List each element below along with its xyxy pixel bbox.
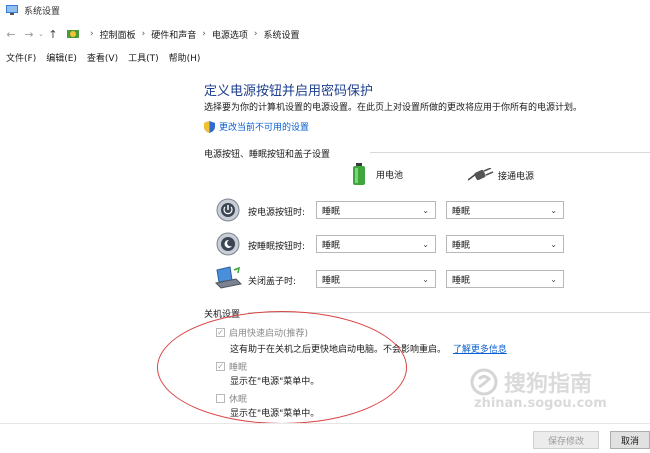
change-settings-link[interactable]: 更改当前不可用的设置 bbox=[219, 120, 309, 133]
sleep-button-battery-select[interactable]: 睡眠 ⌄ bbox=[316, 235, 436, 253]
watermark-url: zhinan.sogou.com bbox=[474, 396, 607, 411]
chevron-down-icon: ⌄ bbox=[422, 206, 429, 215]
control-panel-location-icon bbox=[67, 30, 79, 38]
uac-shield-icon bbox=[204, 120, 215, 133]
power-plug-icon bbox=[468, 168, 494, 181]
watermark: 搜狗指南 bbox=[470, 366, 592, 398]
menu-view[interactable]: 查看(V) bbox=[87, 51, 118, 64]
menu-tools[interactable]: 工具(T) bbox=[128, 51, 159, 64]
power-button-label: 按电源按钮时: bbox=[248, 208, 306, 218]
lid-label: 关闭盖子时: bbox=[248, 277, 297, 287]
plugged-column-header: 接通电源 bbox=[468, 168, 534, 182]
chevron-down-icon: ⌄ bbox=[422, 275, 429, 284]
annotation-ellipse bbox=[157, 311, 407, 424]
chevron-down-icon: ⌄ bbox=[550, 240, 557, 249]
power-section-title: 电源按钮、睡眠按钮和盖子设置 bbox=[204, 150, 331, 160]
lid-plugged-select[interactable]: 睡眠 ⌄ bbox=[446, 270, 564, 288]
select-value: 睡眠 bbox=[452, 240, 471, 251]
up-arrow-icon[interactable]: ↑ bbox=[46, 27, 60, 41]
back-arrow-icon[interactable]: ← bbox=[4, 27, 18, 41]
lid-battery-select[interactable]: 睡眠 ⌄ bbox=[316, 270, 436, 288]
learn-more-link[interactable]: 了解更多信息 bbox=[453, 345, 507, 355]
control-panel-icon bbox=[6, 5, 18, 15]
forward-arrow-icon[interactable]: → bbox=[22, 27, 36, 41]
menu-help[interactable]: 帮助(H) bbox=[169, 51, 201, 64]
cancel-button[interactable]: 取消 bbox=[610, 431, 650, 449]
sleep-button-label: 按睡眠按钮时: bbox=[248, 242, 306, 252]
chevron-down-icon: ⌄ bbox=[550, 206, 557, 215]
menu-edit[interactable]: 编辑(E) bbox=[46, 51, 77, 64]
select-value: 睡眠 bbox=[322, 240, 341, 251]
plugged-column-label: 接通电源 bbox=[498, 171, 535, 182]
select-value: 睡眠 bbox=[452, 275, 471, 286]
power-button-plugged-select[interactable]: 睡眠 ⌄ bbox=[446, 201, 564, 219]
battery-column-header: 用电池 bbox=[352, 163, 403, 185]
change-settings-link-row[interactable]: 更改当前不可用的设置 bbox=[204, 120, 309, 133]
power-button-icon bbox=[216, 198, 240, 222]
power-button-battery-select[interactable]: 睡眠 ⌄ bbox=[316, 201, 436, 219]
breadcrumb-separator: › bbox=[141, 29, 146, 39]
save-changes-button[interactable]: 保存修改 bbox=[533, 431, 599, 449]
sleep-button-icon bbox=[216, 232, 240, 256]
breadcrumb-power-options[interactable]: 电源选项 bbox=[212, 28, 248, 41]
window-title: 系统设置 bbox=[24, 6, 61, 17]
breadcrumb-separator: › bbox=[202, 29, 206, 39]
section-divider bbox=[370, 152, 650, 153]
watermark-brand: 搜狗指南 bbox=[504, 372, 593, 397]
page-description: 选择要为你的计算机设置的电源设置。在此页上对设置所做的更改将应用于你所有的电源计… bbox=[204, 103, 583, 113]
breadcrumb: › 控制面板 › 硬件和声音 › 电源选项 › 系统设置 bbox=[84, 28, 300, 41]
sleep-button-plugged-select[interactable]: 睡眠 ⌄ bbox=[446, 235, 564, 253]
breadcrumb-separator: › bbox=[90, 29, 94, 39]
title-bar: 系统设置 bbox=[0, 0, 650, 20]
laptop-lid-icon bbox=[214, 266, 242, 289]
select-value: 睡眠 bbox=[322, 206, 341, 217]
breadcrumb-hardware-sound[interactable]: 硬件和声音 bbox=[151, 28, 196, 41]
breadcrumb-control-panel[interactable]: 控制面板 bbox=[100, 28, 136, 41]
page-title: 定义电源按钮并启用密码保护 bbox=[204, 84, 374, 99]
select-value: 睡眠 bbox=[322, 275, 341, 286]
battery-icon bbox=[353, 163, 365, 185]
breadcrumb-separator: › bbox=[253, 29, 258, 39]
footer-divider bbox=[0, 423, 650, 424]
chevron-down-icon: ⌄ bbox=[550, 275, 557, 284]
chevron-down-icon[interactable]: ⌄ bbox=[36, 27, 46, 41]
chevron-down-icon: ⌄ bbox=[422, 240, 429, 249]
menu-file[interactable]: 文件(F) bbox=[6, 51, 36, 64]
battery-column-label: 用电池 bbox=[376, 170, 404, 181]
select-value: 睡眠 bbox=[452, 206, 471, 217]
breadcrumb-system-settings[interactable]: 系统设置 bbox=[263, 28, 299, 41]
address-bar: ← → ⌄ ↑ › 控制面板 › 硬件和声音 › 电源选项 › 系统设置 bbox=[0, 22, 650, 46]
menu-bar: 文件(F) 编辑(E) 查看(V) 工具(T) 帮助(H) bbox=[0, 48, 650, 66]
sogou-logo-icon bbox=[470, 368, 498, 396]
